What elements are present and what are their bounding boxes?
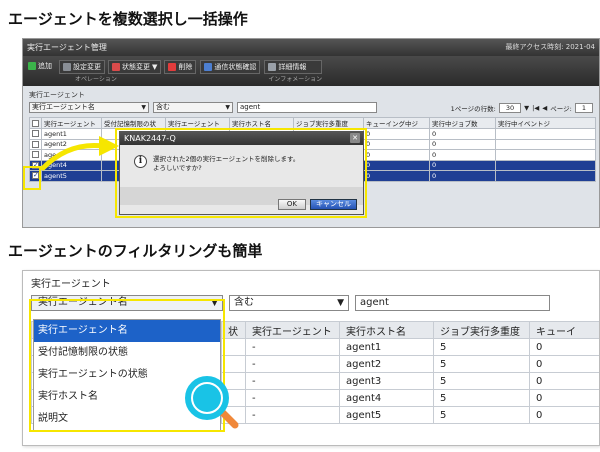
column-header[interactable]: キューイング中ジ	[363, 117, 430, 129]
section2-heading: エージェントのフィルタリングも簡単	[8, 242, 263, 260]
select-all-checkbox[interactable]	[32, 119, 39, 127]
chevron-down-icon: ▼	[524, 103, 530, 112]
column-header[interactable]: ジョブ実行多重度	[293, 117, 364, 129]
toolbar: 追加 設定変更 状態変更 ▼ 削除 オペレーション 通信状態確認 詳細情報 インフ…	[23, 56, 599, 86]
column-header[interactable]: キューイ	[529, 321, 599, 339]
row-checkbox[interactable]	[32, 130, 39, 138]
window-titlebar: 実行エージェント管理 最終アクセス時刻: 2021-04	[23, 39, 599, 56]
section1-heading: エージェントを複数選択し一括操作	[8, 10, 248, 28]
page-label: ページ:	[550, 104, 572, 113]
column-header[interactable]: 実行ホスト名	[229, 117, 294, 129]
settings-icon	[63, 63, 71, 71]
information-group: 詳細情報 インフォメーション	[264, 60, 323, 83]
column-header[interactable]: 実行中イベントジ	[495, 117, 596, 129]
column-header[interactable]: 実行中ジョブ数	[429, 117, 496, 129]
chevron-down-icon: ▼	[337, 298, 344, 308]
delete-button[interactable]: 削除	[164, 60, 197, 74]
filter-screenshot: 実行エージェント 実行エージェント名 ▼ 含む ▼ agent 状 実行エージェ…	[22, 270, 600, 446]
column-header[interactable]: 状	[221, 321, 246, 339]
pager: 1ページの行数: 30 ▼ |◀ ◀ ページ: 1	[450, 102, 593, 113]
section-label: 実行エージェント	[31, 279, 111, 290]
chevron-down-icon: ▼	[152, 63, 158, 71]
prev-page-icon[interactable]: ◀	[542, 104, 547, 112]
column-header[interactable]: ジョブ実行多重度	[433, 321, 530, 339]
details-icon	[268, 63, 277, 71]
arrow-icon	[40, 136, 119, 171]
settings-change-button[interactable]: 設定変更	[59, 60, 105, 74]
delete-icon	[168, 63, 177, 71]
column-header[interactable]: 実行ホスト名	[339, 321, 434, 339]
filter-operator-select[interactable]: 含む	[153, 102, 233, 113]
window-title: 実行エージェント管理	[27, 43, 107, 52]
comm-check-button[interactable]: 通信状態確認	[200, 60, 261, 74]
magnifier-icon	[185, 376, 239, 429]
row-checkbox[interactable]	[32, 140, 39, 148]
status-icon	[112, 63, 120, 71]
column-header[interactable]: 受付記憶制限の状	[101, 117, 166, 129]
table-header: 実行エージェント 受付記憶制限の状 実行エージェント 実行ホスト名 ジョブ実行多…	[29, 117, 596, 129]
details-button[interactable]: 詳細情報	[264, 60, 323, 74]
agent-name: agent5	[41, 170, 102, 182]
network-icon	[204, 63, 213, 71]
last-access-time: 最終アクセス時刻: 2021-04	[505, 43, 595, 51]
column-header[interactable]: 実行エージェント	[245, 321, 340, 339]
filter-bar: 実行エージェント名 含む agent 1ページの行数: 30 ▼ |◀ ◀ ペー…	[23, 101, 599, 114]
column-header[interactable]: 実行エージェント	[165, 117, 230, 129]
rows-per-page-label: 1ページの行数:	[450, 104, 496, 113]
filter-operator-select[interactable]: 含む ▼	[229, 295, 349, 311]
first-page-icon[interactable]: |◀	[532, 104, 539, 112]
page-input[interactable]: 1	[574, 102, 593, 113]
section-label: 実行エージェント	[29, 91, 85, 99]
dialog-highlight	[115, 128, 367, 218]
add-icon	[28, 62, 36, 70]
column-header[interactable]: 実行エージェント	[41, 117, 102, 129]
operation-group: 設定変更 状態変更 ▼ 削除 オペレーション	[59, 60, 197, 83]
filter-value-input[interactable]: agent	[237, 102, 377, 113]
information-group-label: インフォメーション	[268, 76, 323, 83]
status-change-button[interactable]: 状態変更 ▼	[108, 60, 162, 74]
row-checkbox[interactable]	[32, 151, 39, 159]
operation-group-label: オペレーション	[75, 76, 117, 83]
rows-per-page-select[interactable]: 30	[498, 102, 522, 113]
add-button[interactable]: 追加	[25, 60, 55, 72]
filter-value-input[interactable]: agent	[355, 295, 550, 311]
bulk-operation-screenshot: 実行エージェント管理 最終アクセス時刻: 2021-04 追加 設定変更 状態変…	[22, 38, 600, 228]
filter-column-select[interactable]: 実行エージェント名	[29, 102, 149, 113]
